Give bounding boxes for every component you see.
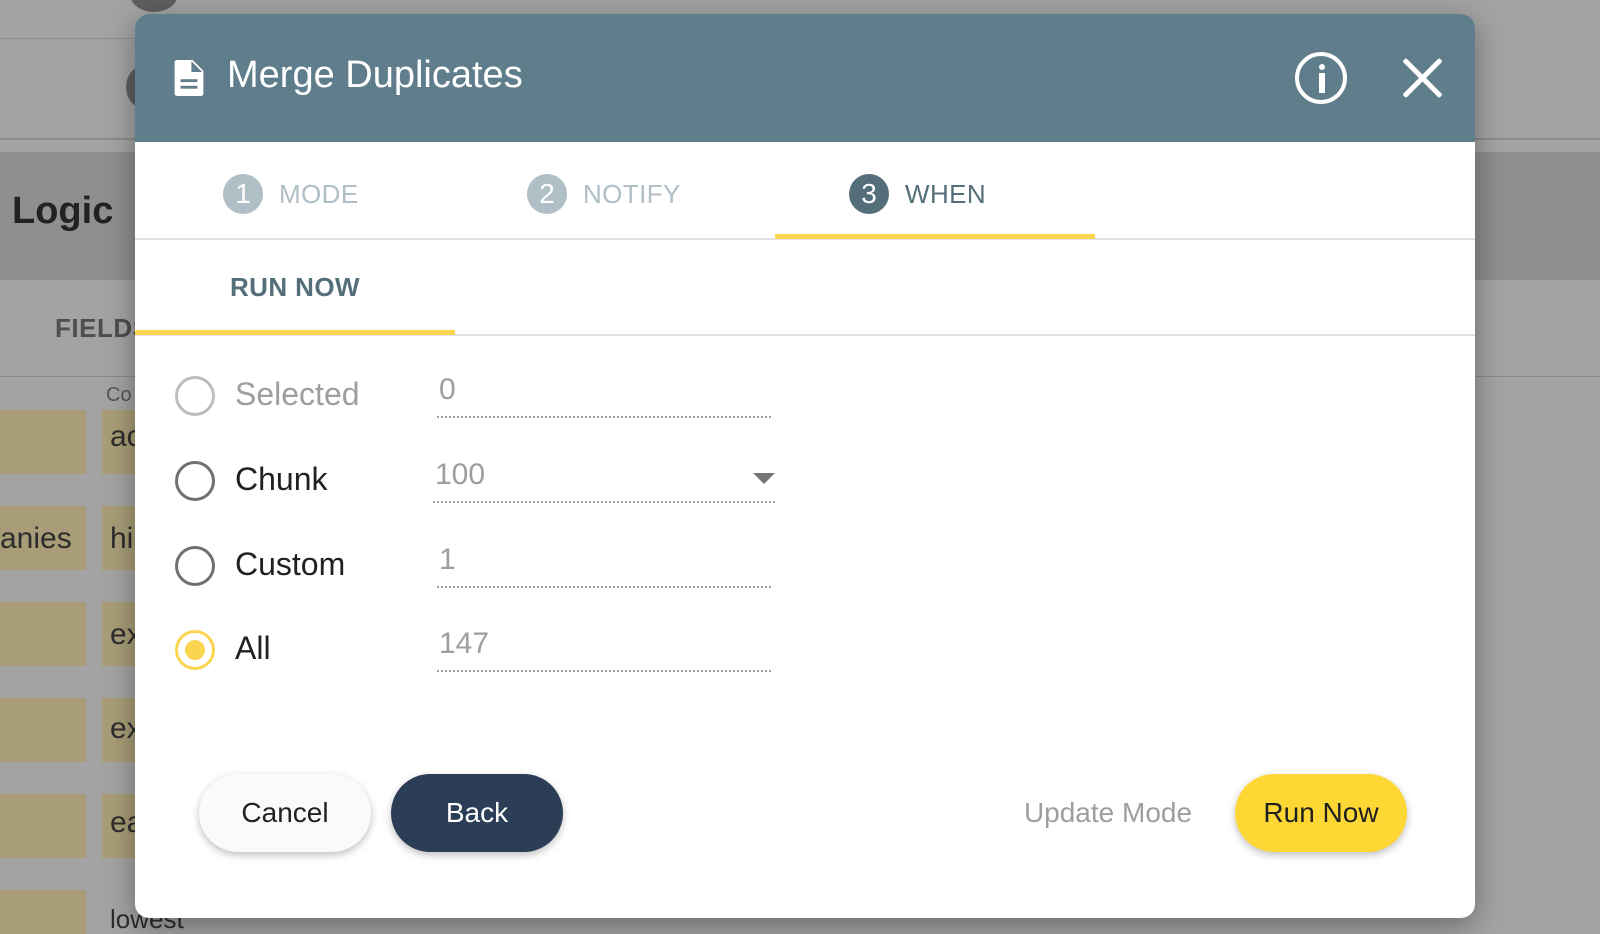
all-count-field: 147 bbox=[437, 626, 771, 672]
step-number: 1 bbox=[223, 174, 263, 214]
subtab-bar: RUN NOW bbox=[135, 240, 1475, 336]
background-column-header: Co bbox=[106, 384, 132, 406]
background-cell-text: hi bbox=[110, 522, 134, 555]
step-number: 2 bbox=[527, 174, 567, 214]
dialog-header: Merge Duplicates bbox=[135, 14, 1475, 142]
option-label: All bbox=[235, 630, 271, 666]
close-icon[interactable] bbox=[1401, 56, 1445, 100]
step-when[interactable]: 3 WHEN bbox=[849, 174, 986, 214]
background-cell-text: anies bbox=[0, 522, 72, 555]
merge-duplicates-dialog: Merge Duplicates 1 MODE 2 NOTIFY 3 WHEN … bbox=[135, 14, 1475, 918]
step-label: NOTIFY bbox=[583, 178, 681, 209]
run-now-button[interactable]: Run Now bbox=[1235, 774, 1407, 852]
step-mode[interactable]: 1 MODE bbox=[223, 174, 359, 214]
dialog-title: Merge Duplicates bbox=[227, 54, 523, 96]
background-cell bbox=[0, 890, 86, 934]
update-mode-button[interactable]: Update Mode bbox=[1013, 774, 1203, 852]
stepper: 1 MODE 2 NOTIFY 3 WHEN bbox=[135, 142, 1475, 240]
option-selected: Selected 0 bbox=[175, 373, 771, 418]
chunk-size-select[interactable]: 100 bbox=[433, 457, 775, 503]
background-cell bbox=[0, 794, 86, 858]
selected-count-field: 0 bbox=[437, 372, 771, 418]
tab-run-now[interactable]: RUN NOW bbox=[230, 272, 360, 303]
active-step-indicator bbox=[775, 234, 1095, 239]
step-label: WHEN bbox=[905, 178, 987, 209]
document-icon bbox=[174, 60, 204, 96]
radio-chunk[interactable] bbox=[175, 461, 215, 501]
chevron-down-icon bbox=[753, 473, 775, 484]
option-label: Chunk bbox=[235, 461, 328, 497]
background-cell bbox=[0, 602, 86, 666]
option-label: Custom bbox=[235, 546, 346, 582]
step-label: MODE bbox=[279, 178, 359, 209]
step-number: 3 bbox=[849, 174, 889, 214]
background-page-title: Logic bbox=[12, 190, 114, 232]
radio-selected[interactable] bbox=[175, 376, 215, 416]
info-icon[interactable] bbox=[1295, 52, 1347, 104]
background-divider bbox=[0, 38, 140, 39]
radio-custom[interactable] bbox=[175, 546, 215, 586]
step-notify[interactable]: 2 NOTIFY bbox=[527, 174, 681, 214]
chunk-size-value: 100 bbox=[435, 458, 486, 491]
background-cell bbox=[0, 410, 86, 474]
cancel-button[interactable]: Cancel bbox=[199, 774, 371, 852]
option-custom: Custom 1 bbox=[175, 543, 771, 588]
active-tab-indicator bbox=[135, 330, 455, 335]
option-chunk: Chunk 100 bbox=[175, 458, 775, 503]
radio-all[interactable] bbox=[175, 630, 215, 670]
option-all: All 147 bbox=[175, 627, 771, 672]
option-label: Selected bbox=[235, 376, 360, 412]
background-cell bbox=[0, 698, 86, 762]
custom-count-input[interactable]: 1 bbox=[437, 542, 771, 588]
back-button[interactable]: Back bbox=[391, 774, 563, 852]
